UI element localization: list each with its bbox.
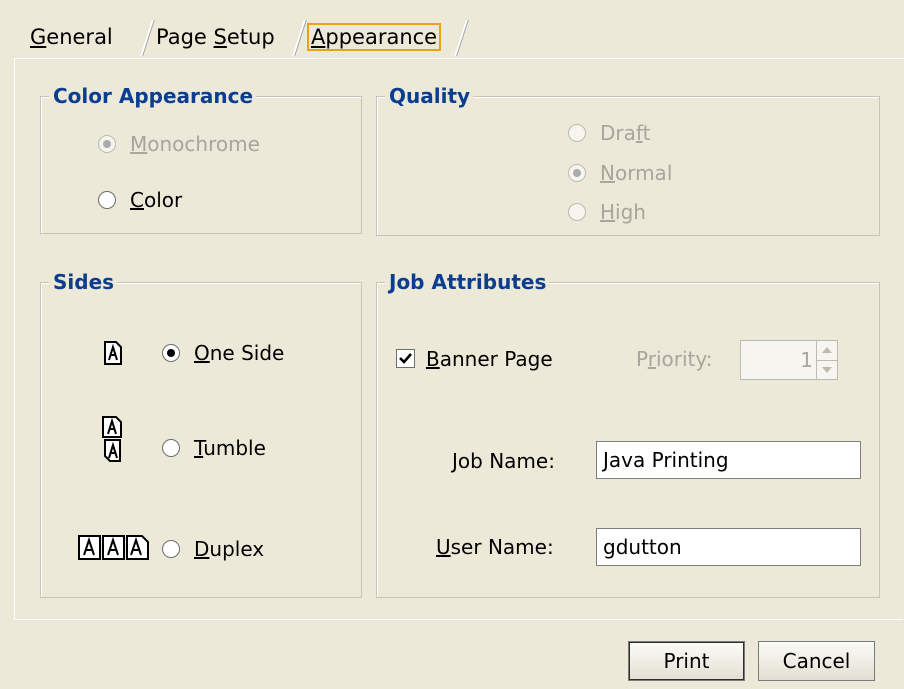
- user-name-label: User Name:: [436, 535, 554, 559]
- banner-page-checkbox[interactable]: [396, 349, 415, 368]
- monochrome-radio: [98, 135, 116, 153]
- tab-general[interactable]: General: [30, 18, 113, 56]
- duplex-label[interactable]: Duplex: [194, 537, 264, 561]
- checkmark-icon: [399, 353, 412, 364]
- high-label: High: [600, 200, 646, 224]
- normal-radio: [568, 164, 586, 182]
- tumble-label[interactable]: Tumble: [194, 436, 266, 460]
- tab-page-setup-mnemonic: S: [213, 25, 227, 49]
- tab-appearance-label: ppearance: [325, 25, 438, 49]
- job-name-label: Job Name:: [452, 449, 555, 473]
- one-side-label[interactable]: One Side: [194, 341, 284, 365]
- draft-label: Draft: [600, 121, 651, 145]
- normal-label: Normal: [600, 161, 673, 185]
- one-side-radio[interactable]: [162, 344, 180, 362]
- sides-title: Sides: [49, 269, 118, 295]
- banner-page-label[interactable]: Banner Page: [426, 347, 553, 371]
- tab-divider: [454, 20, 469, 56]
- duplex-pages-icon: [78, 535, 149, 560]
- tumble-radio[interactable]: [162, 439, 180, 457]
- high-radio: [568, 203, 586, 221]
- color-label[interactable]: Color: [130, 188, 182, 212]
- tab-appearance-focus: Appearance: [307, 23, 442, 51]
- tab-general-mnemonic: G: [30, 25, 47, 49]
- spinner-down-button: [817, 360, 837, 379]
- tab-page-setup-label: Page: [156, 25, 214, 49]
- monochrome-label: Monochrome: [130, 132, 260, 156]
- color-radio[interactable]: [98, 191, 116, 209]
- tab-divider: [140, 20, 155, 56]
- print-button[interactable]: Print: [628, 641, 745, 681]
- arrow-up-icon: [822, 347, 832, 353]
- one-side-page-icon: [104, 341, 122, 365]
- tumble-pages-icon: [102, 416, 122, 462]
- priority-spinner-buttons: [816, 341, 837, 379]
- arrow-down-icon: [822, 367, 832, 373]
- job-attributes-title: Job Attributes: [385, 269, 550, 295]
- job-name-field[interactable]: Java Printing: [596, 441, 861, 479]
- color-appearance-group: Color Appearance: [40, 83, 362, 234]
- duplex-radio[interactable]: [162, 540, 180, 558]
- tab-general-label: eneral: [46, 25, 113, 49]
- tab-appearance-mnemonic: A: [311, 25, 326, 49]
- priority-label: Priority:: [636, 347, 713, 371]
- quality-title: Quality: [385, 83, 474, 109]
- tab-page-setup-label-rest: etup: [226, 25, 275, 49]
- tab-divider: [292, 20, 307, 56]
- priority-spinner: 1: [740, 340, 838, 380]
- user-name-field[interactable]: gdutton: [596, 528, 861, 566]
- draft-radio: [568, 124, 586, 142]
- tab-appearance[interactable]: Appearance: [307, 18, 442, 56]
- cancel-button[interactable]: Cancel: [758, 641, 875, 681]
- priority-value: 1: [800, 348, 813, 372]
- spinner-up-button: [817, 341, 837, 360]
- color-appearance-title: Color Appearance: [49, 83, 257, 109]
- tab-page-setup[interactable]: Page Setup: [156, 18, 275, 56]
